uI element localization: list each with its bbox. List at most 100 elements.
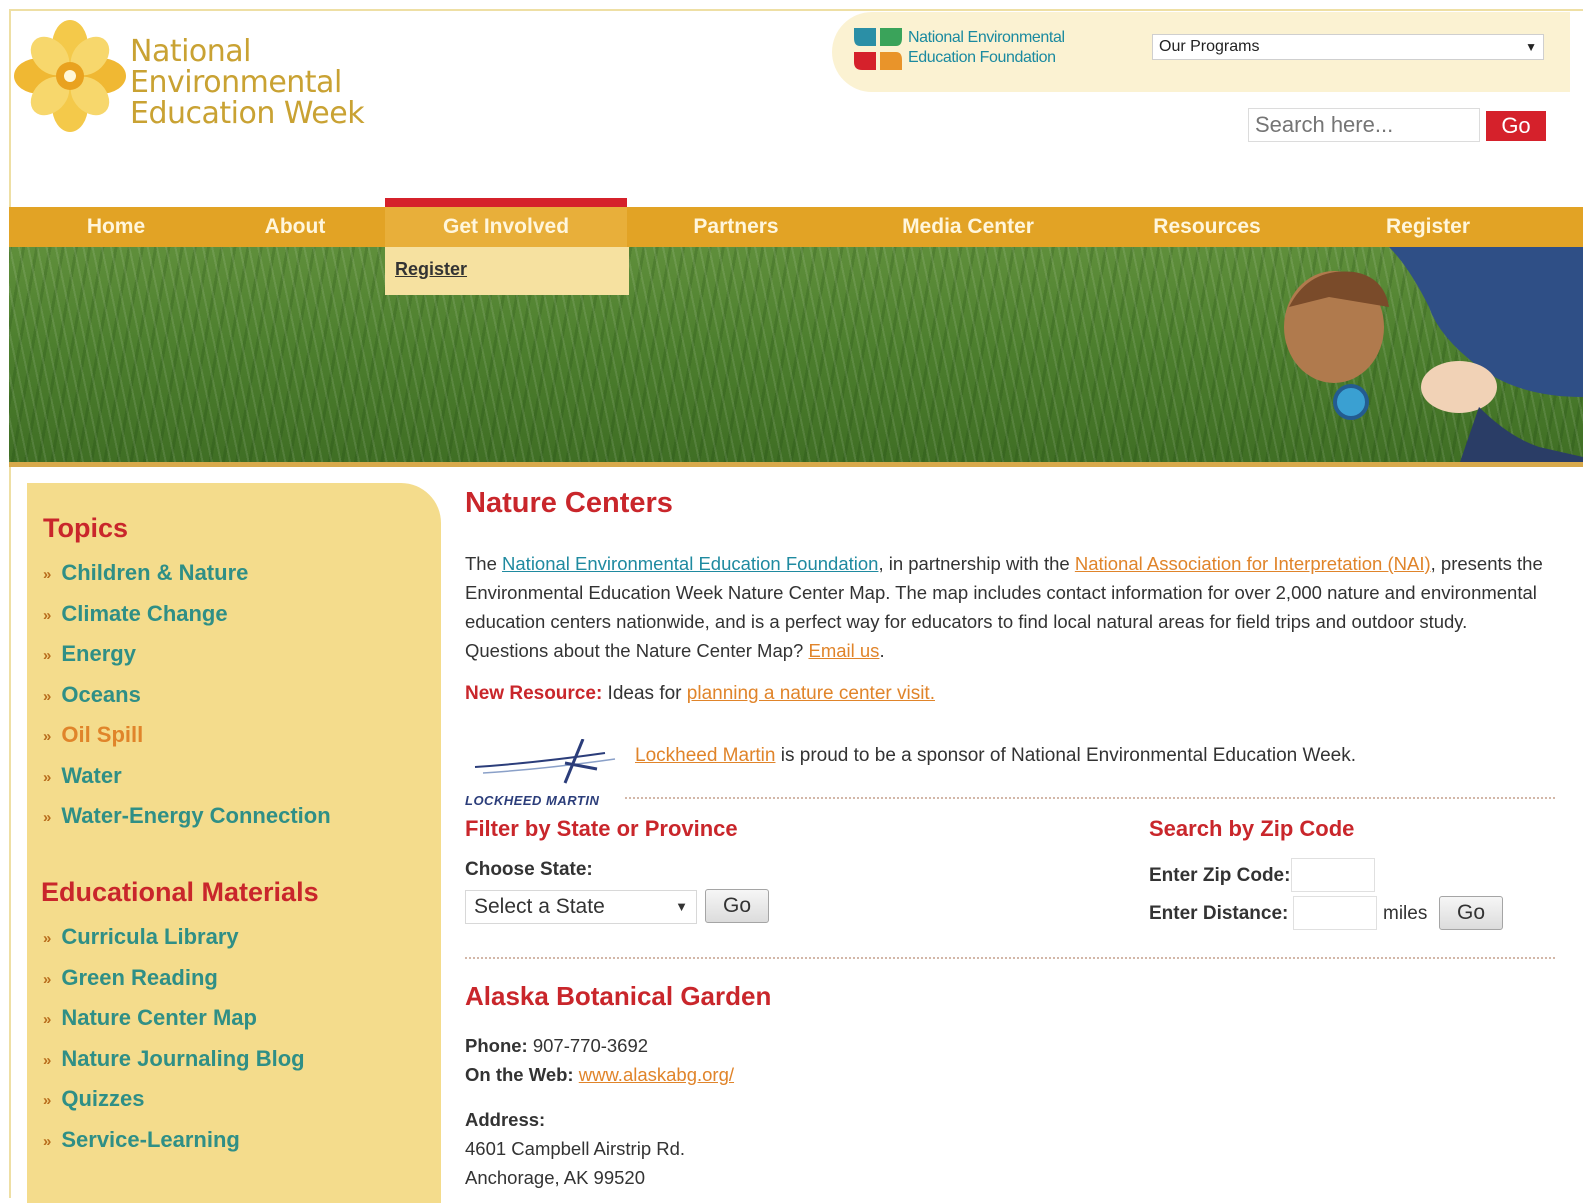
intro-text-1: The [465,553,503,574]
dropdown-item-register[interactable]: Register [395,259,467,280]
zip-code-label: Enter Zip Code: [1149,865,1291,886]
our-programs-select[interactable]: Our Programs ▼ [1152,34,1544,60]
topic-label: Energy [61,641,136,666]
page-title: Nature Centers [465,487,673,519]
nav-item-media-center[interactable]: Media Center [880,207,1056,247]
materials-list: » Curricula Library » Green Reading » Natur… [43,924,305,1167]
material-quizzes[interactable]: » Quizzes [43,1086,305,1127]
arrow-icon: » [43,566,52,583]
center-web-link[interactable]: www.alaskabg.org/ [579,1064,734,1085]
new-resource-line: New Resource: Ideas for planning a natur… [465,683,935,705]
arrow-icon: » [43,687,52,705]
nav-active-indicator [385,198,627,207]
nav-item-get-involved[interactable]: Get Involved [385,207,627,247]
lockheed-martin-star-icon[interactable] [465,739,635,801]
topic-water-energy[interactable]: » Water-Energy Connection [43,803,331,844]
topic-energy[interactable]: » Energy [43,641,331,682]
nai-link[interactable]: National Association for Interpretation … [1075,553,1431,574]
topic-label: Oil Spill [61,722,144,747]
arrow-icon: » [43,728,52,745]
banner-bottom-rule [9,462,1583,467]
topics-list: » Children & Nature » Climate Change » Ener… [43,560,331,844]
sidebar: Topics » Children & Nature » Climate Chang… [27,483,441,1203]
address-label: Address: [465,1109,545,1131]
materials-heading: Educational Materials [41,877,319,907]
sponsor-line: Lockheed Martin is proud to be a sponsor… [635,745,1356,767]
hero-banner [9,247,1583,465]
neew-flower-logo-icon[interactable] [14,20,126,132]
state-select[interactable]: Select a State ▼ [465,890,697,924]
arrow-icon: » [43,1051,52,1069]
distance-input[interactable] [1293,896,1377,930]
material-service-learning[interactable]: » Service-Learning [43,1127,305,1168]
nav-item-register[interactable]: Register [1360,207,1496,247]
material-nature-journaling-blog[interactable]: » Nature Journaling Blog [43,1046,305,1087]
address-line1: 4601 Campbell Airstrip Rd. [465,1138,686,1159]
search-go-button[interactable]: Go [1486,111,1546,141]
topic-water[interactable]: » Water [43,763,331,804]
intro-text-2: , in partnership with the [878,553,1075,574]
topic-oil-spill[interactable]: » Oil Spill [43,722,331,763]
zip-go-button[interactable]: Go [1439,896,1503,930]
material-label: Nature Journaling Blog [61,1045,305,1071]
state-go-button[interactable]: Go [705,889,769,923]
material-green-reading[interactable]: » Green Reading [43,965,305,1006]
search-input[interactable] [1248,108,1480,142]
address-line2: Anchorage, AK 99520 [465,1167,646,1188]
neef-link[interactable]: National Environmental Education Foundat… [502,553,878,574]
neef-name-line2: Education Foundation [908,49,1056,66]
new-resource-text: Ideas for [602,683,687,704]
arrow-icon: » [43,930,52,947]
address-label-text: Address: [465,1109,546,1130]
material-label: Nature Center Map [61,1005,257,1030]
site-title[interactable]: National Environmental Education Week [130,36,470,129]
child-with-magnifier-photo [1284,247,1583,465]
get-involved-dropdown: Register [385,247,629,295]
center-web: On the Web: www.alaskabg.org/ [465,1064,734,1086]
center-name: Alaska Botanical Garden [465,981,772,1011]
topic-label: Water [61,762,122,788]
topic-oceans[interactable]: » Oceans [43,682,331,723]
zip-code-input[interactable] [1291,858,1375,892]
distance-label: Enter Distance: [1149,903,1289,924]
phone-value: 907-770-3692 [527,1035,649,1056]
topics-heading: Topics [43,513,129,543]
arrow-icon: » [43,1132,52,1150]
phone-label: Phone: [465,1035,528,1056]
material-nature-center-map[interactable]: » Nature Center Map [43,1005,305,1046]
intro-paragraph: The National Environmental Education Fou… [465,549,1545,665]
material-curricula-library[interactable]: » Curricula Library [43,924,305,965]
state-select-value: Select a State [474,895,605,918]
nav-item-partners[interactable]: Partners [660,207,812,247]
neef-logo-icon[interactable] [852,24,904,74]
lockheed-martin-link[interactable]: Lockheed Martin [635,745,775,766]
planning-visit-link[interactable]: planning a nature center visit. [687,683,935,704]
nav-item-about[interactable]: About [222,207,368,247]
topic-children-nature[interactable]: » Children & Nature [43,560,331,601]
neef-name-line1: National Environmental [908,29,1065,46]
topic-label: Climate Change [61,600,228,626]
chevron-down-icon: ▼ [1525,40,1537,54]
arrow-icon: » [43,647,52,664]
topic-label: Children & Nature [61,560,249,585]
neef-name[interactable]: National Environmental Education Foundat… [908,28,1118,68]
material-label: Green Reading [61,964,218,990]
miles-label: miles [1383,903,1428,924]
new-resource-label: New Resource: [465,683,603,704]
material-label: Quizzes [61,1086,145,1111]
lockheed-martin-logo-text: LOCKHEED MARTIN [465,793,600,808]
site-title-line1: National Environmental [130,34,342,100]
arrow-icon: » [43,809,52,826]
topic-climate-change[interactable]: » Climate Change [43,601,331,642]
arrow-icon: » [43,970,52,988]
divider [625,797,1555,799]
nav-item-home[interactable]: Home [40,207,192,247]
material-label: Service-Learning [61,1126,240,1152]
arrow-icon: » [43,1011,52,1028]
email-us-link[interactable]: Email us [808,640,879,661]
filter-title: Filter by State or Province [465,816,738,841]
nav-item-resources[interactable]: Resources [1128,207,1286,247]
web-label: On the Web: [465,1064,574,1085]
intro-text-4: . [879,640,885,661]
material-label: Curricula Library [61,924,239,949]
